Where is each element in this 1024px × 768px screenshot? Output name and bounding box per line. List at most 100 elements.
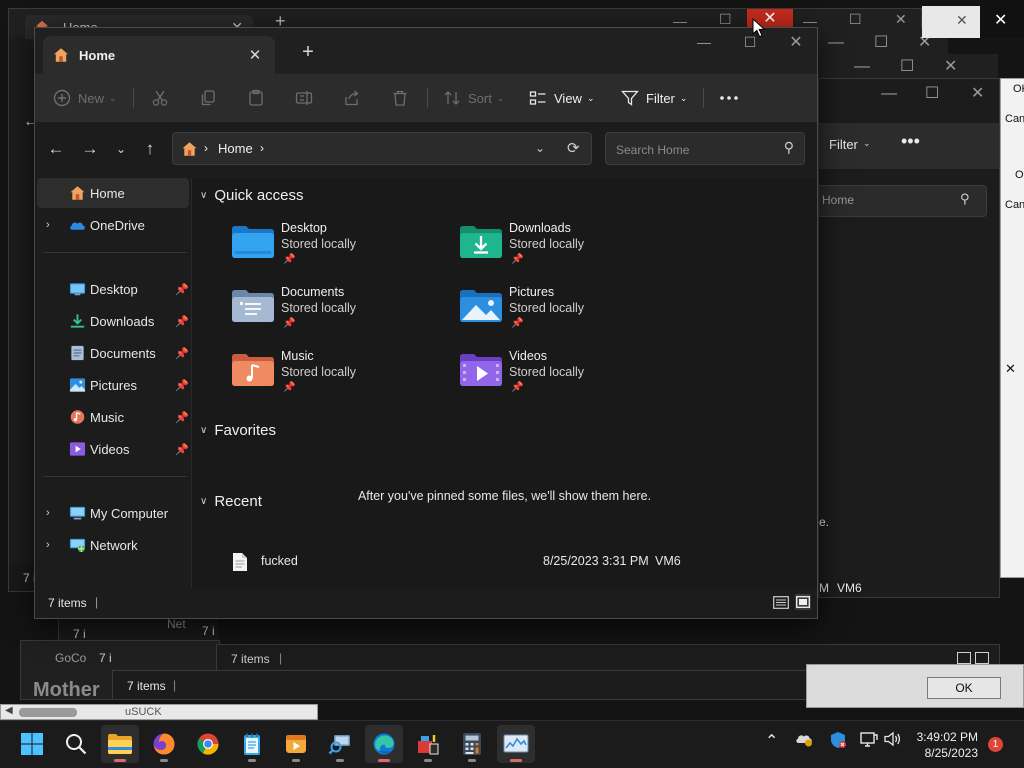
tiles-view-icon[interactable] <box>975 652 989 664</box>
recent-file-row[interactable]: fucked 8/25/2023 3:31 PM VM6 <box>226 553 786 578</box>
search-input[interactable] <box>614 139 778 161</box>
quick-access-desktop[interactable]: Desktop Stored locally 📌 <box>231 221 431 277</box>
quick-access-downloads[interactable]: Downloads Stored locally 📌 <box>459 221 659 277</box>
notification-badge[interactable]: 1 <box>988 737 1003 752</box>
dialog-ok-fragment-2[interactable]: OK <box>1015 169 1024 181</box>
start-button[interactable] <box>13 725 51 763</box>
chevron-down-icon[interactable]: ∨ <box>200 496 207 507</box>
scrollbar-thumb[interactable] <box>19 708 77 717</box>
minimize-icon[interactable]: — <box>681 28 727 56</box>
new-tab-icon[interactable]: + <box>297 41 319 63</box>
close-tab-icon[interactable]: ✕ <box>245 45 265 65</box>
tab-home[interactable]: Home ✕ <box>43 36 275 74</box>
section-favorites[interactable]: ∨ Favorites <box>200 422 276 439</box>
copy-button[interactable] <box>199 83 217 113</box>
sort-button[interactable]: Sort ⌄ <box>443 83 504 113</box>
maximize-icon[interactable]: ☐ <box>719 11 732 28</box>
edge-taskbar-button[interactable] <box>365 725 403 763</box>
filter-button[interactable]: Filter ⌄ <box>621 83 687 113</box>
quick-access-pictures[interactable]: Pictures Stored locally 📌 <box>459 285 659 341</box>
remote-desktop-taskbar-button[interactable] <box>321 725 359 763</box>
new-button[interactable]: New ⌄ <box>53 83 117 113</box>
nav-item-music[interactable]: Music 📌 <box>37 402 189 432</box>
up-icon[interactable]: ↑ <box>137 136 163 162</box>
rename-button[interactable] <box>295 83 313 113</box>
maximize-icon[interactable]: ☐ <box>874 32 888 52</box>
performance-monitor-taskbar-button[interactable] <box>497 725 535 763</box>
show-hidden-icons-icon[interactable]: ⌃ <box>765 731 778 751</box>
close-icon[interactable]: ✕ <box>956 12 968 29</box>
quick-access-documents[interactable]: Documents Stored locally 📌 <box>231 285 431 341</box>
nav-item-documents[interactable]: Documents 📌 <box>37 338 189 368</box>
quick-access-music[interactable]: Music Stored locally 📌 <box>231 349 431 405</box>
search-button[interactable] <box>57 725 95 763</box>
maximize-icon[interactable]: ☐ <box>727 28 773 56</box>
dialog-cancel-fragment-2[interactable]: Canc <box>1005 199 1024 211</box>
firefox-taskbar-button[interactable] <box>145 725 183 763</box>
address-bar[interactable]: › Home › ⌄ ⟳ <box>172 132 592 165</box>
cloud-sync-icon[interactable] <box>795 731 813 750</box>
close-icon[interactable]: ✕ <box>773 28 817 56</box>
calculator-taskbar-button[interactable] <box>453 725 491 763</box>
nav-item-desktop[interactable]: Desktop 📌 <box>37 274 189 304</box>
maximize-icon[interactable]: ☐ <box>900 56 914 76</box>
security-shield-icon[interactable] <box>829 731 847 752</box>
search-icon[interactable]: ⚲ <box>784 139 794 156</box>
tiles-view-button[interactable] <box>795 594 811 610</box>
more-options-icon[interactable]: ••• <box>901 131 920 152</box>
pin-icon[interactable]: 📌 <box>175 283 189 296</box>
pin-icon[interactable]: 📌 <box>175 379 189 392</box>
dialog-ok-fragment[interactable]: OK <box>1013 83 1024 95</box>
breadcrumb-separator-icon[interactable]: › <box>204 141 208 155</box>
view-button[interactable]: View ⌄ <box>529 83 595 113</box>
nav-item-downloads[interactable]: Downloads 📌 <box>37 306 189 336</box>
refresh-icon[interactable]: ⟳ <box>567 139 580 157</box>
share-button[interactable] <box>343 83 361 113</box>
pin-icon[interactable]: 📌 <box>175 347 189 360</box>
pin-icon[interactable]: 📌 <box>175 315 189 328</box>
more-options-button[interactable] <box>719 83 739 113</box>
close-icon[interactable]: ✕ <box>944 56 957 76</box>
background-search-box[interactable]: h Home ⚲ <box>819 185 987 217</box>
nav-item-network[interactable]: › Network <box>37 530 189 560</box>
chevron-right-icon[interactable]: › <box>46 539 50 551</box>
recent-locations-icon[interactable]: ⌄ <box>108 136 134 162</box>
quick-access-videos[interactable]: Videos Stored locally 📌 <box>459 349 659 405</box>
section-recent[interactable]: ∨ Recent <box>200 493 262 510</box>
nav-item-home[interactable]: Home <box>37 178 189 208</box>
section-quick-access[interactable]: ∨ Quick access <box>200 187 304 204</box>
close-icon[interactable]: ✕ <box>895 11 907 28</box>
paste-button[interactable] <box>247 83 265 113</box>
nav-item-my-computer[interactable]: › My Computer <box>37 498 189 528</box>
breadcrumb-home[interactable]: Home <box>218 141 253 156</box>
back-icon[interactable]: ← <box>43 136 69 162</box>
nav-item-pictures[interactable]: Pictures 📌 <box>37 370 189 400</box>
breadcrumb-separator-icon[interactable]: › <box>260 141 264 155</box>
nav-item-onedrive[interactable]: › OneDrive <box>37 210 189 240</box>
chevron-left-icon[interactable]: ◀ <box>5 705 13 716</box>
file-explorer-taskbar-button[interactable] <box>101 725 139 763</box>
close-icon[interactable]: ✕ <box>1005 361 1016 377</box>
cut-button[interactable] <box>151 83 169 113</box>
details-view-icon[interactable] <box>957 652 971 664</box>
minimize-icon[interactable]: — <box>854 58 870 76</box>
chevron-right-icon[interactable]: › <box>46 219 50 231</box>
details-view-button[interactable] <box>773 596 789 609</box>
network-status-icon[interactable] <box>860 732 878 751</box>
maximize-icon[interactable]: ☐ <box>849 11 862 28</box>
chevron-down-icon[interactable]: ∨ <box>200 425 207 436</box>
pin-icon[interactable]: 📌 <box>175 411 189 424</box>
chrome-taskbar-button[interactable] <box>189 725 227 763</box>
dialog-cancel-fragment[interactable]: Canc <box>1005 113 1024 125</box>
ok-button[interactable]: OK <box>927 677 1001 699</box>
pin-icon[interactable]: 📌 <box>175 443 189 456</box>
minimize-icon[interactable]: — <box>881 85 897 103</box>
background-view-toggle[interactable] <box>957 652 989 664</box>
notepad-taskbar-button[interactable] <box>233 725 271 763</box>
delete-button[interactable] <box>391 83 409 113</box>
chevron-down-icon[interactable]: ∨ <box>200 190 207 201</box>
close-icon[interactable]: ✕ <box>994 10 1007 30</box>
toolbox-taskbar-button[interactable] <box>409 725 447 763</box>
nav-item-videos[interactable]: Videos 📌 <box>37 434 189 464</box>
close-icon[interactable]: ✕ <box>971 83 984 103</box>
